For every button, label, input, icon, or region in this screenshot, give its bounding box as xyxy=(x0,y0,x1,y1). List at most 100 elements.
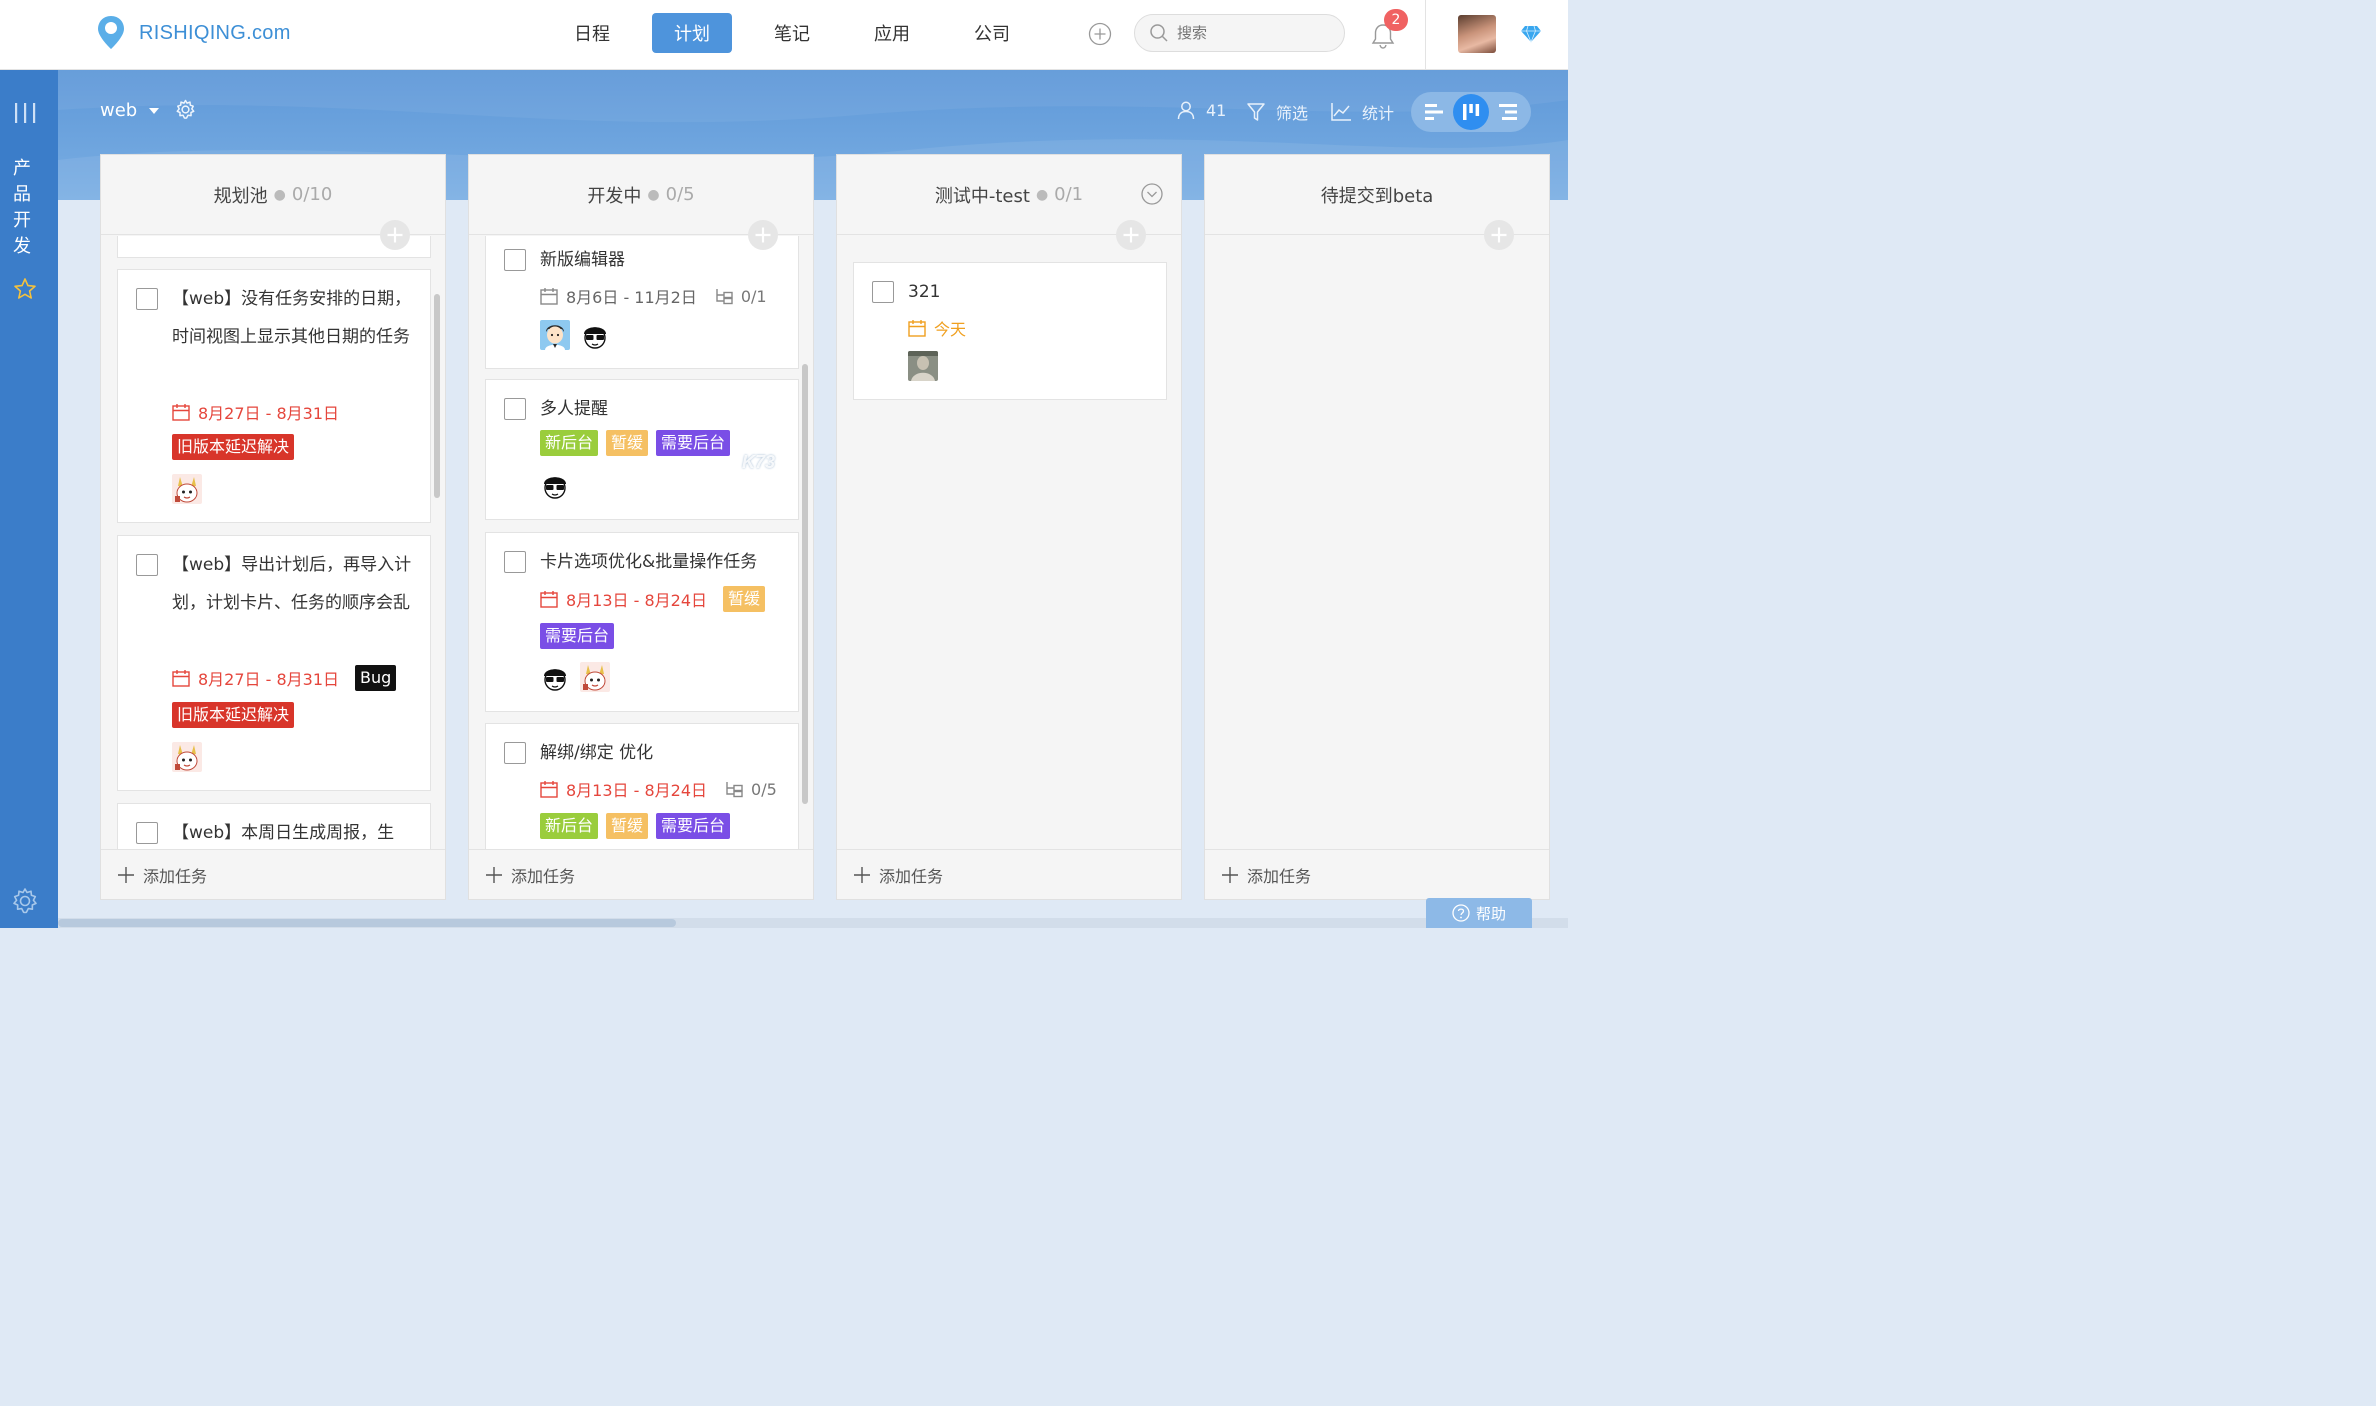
column-scrollbar[interactable] xyxy=(434,294,440,498)
horizontal-scrollbar[interactable] xyxy=(58,918,1568,928)
add-task-button[interactable]: 添加任务 xyxy=(1205,849,1549,899)
tag[interactable]: 暂缓 xyxy=(606,430,649,456)
column-count: 0/10 xyxy=(291,184,333,205)
task-checkbox[interactable] xyxy=(872,281,894,303)
avatar[interactable] xyxy=(172,474,202,504)
task-title: 【web】导出计划后，再导入计划，计划卡片、任务的顺序会乱 xyxy=(172,555,412,613)
task-card[interactable]: 【web】没有任务安排的日期，时间视图上显示其他日期的任务 8月27日 - 8月… xyxy=(117,269,431,523)
view-switcher xyxy=(1411,92,1531,132)
divider xyxy=(1425,0,1426,70)
add-task-button[interactable]: 添加任务 xyxy=(837,849,1181,899)
logo[interactable]: RISHIQING.com xyxy=(95,14,291,52)
board-name: web xyxy=(100,100,138,121)
search-input[interactable] xyxy=(1177,24,1327,42)
main-nav: 日程 计划 笔记 应用 公司 xyxy=(552,13,1052,53)
task-card[interactable]: 321 今天 xyxy=(853,262,1167,400)
task-checkbox[interactable] xyxy=(136,822,158,844)
task-assignees xyxy=(540,320,620,350)
user-avatar[interactable] xyxy=(1458,15,1496,53)
task-card[interactable]: 【web】导出计划后，再导入计划，计划卡片、任务的顺序会乱 8月27日 - 8月… xyxy=(117,535,431,791)
add-card-icon[interactable] xyxy=(747,219,779,251)
members-count: 41 xyxy=(1206,100,1227,120)
tag[interactable]: 需要后台 xyxy=(656,430,731,456)
avatar[interactable] xyxy=(172,742,202,772)
chevron-down-circle-icon[interactable] xyxy=(1141,183,1163,205)
members-button[interactable]: 41 xyxy=(1176,100,1226,120)
avatar[interactable] xyxy=(540,320,570,350)
board-view-button[interactable] xyxy=(1452,94,1489,130)
gantt-view-icon xyxy=(1499,104,1518,120)
column-scrollbar[interactable] xyxy=(802,364,808,804)
diamond-icon[interactable] xyxy=(1520,25,1542,43)
task-card[interactable]: 新版编辑器 8月6日 - 11月2日 0/1 xyxy=(485,236,799,369)
tag[interactable]: 暂缓 xyxy=(723,586,766,612)
task-checkbox[interactable] xyxy=(504,551,526,573)
column-title: 待提交到beta xyxy=(1320,185,1434,207)
stats-label: 统计 xyxy=(1362,104,1395,123)
task-title: 卡片选项优化&批量操作任务 xyxy=(540,552,758,572)
add-task-button[interactable]: 添加任务 xyxy=(469,849,813,899)
task-tags: 新后台 暂缓 需要后台 xyxy=(540,813,738,839)
nav-notes[interactable]: 笔记 xyxy=(752,13,832,53)
settings-gear-icon[interactable] xyxy=(11,887,39,915)
add-circle-icon[interactable] xyxy=(1088,22,1112,46)
filter-button[interactable]: 筛选 xyxy=(1246,100,1308,124)
tag[interactable]: 新后台 xyxy=(540,813,599,839)
task-card[interactable]: 【web】本周日生成周报，生 xyxy=(117,803,431,850)
add-card-icon[interactable] xyxy=(379,219,411,251)
tag[interactable]: 需要后台 xyxy=(656,813,731,839)
task-card[interactable]: 解绑/绑定 优化 8月13日 - 8月24日 0/5 新后台 暂缓 需要后台 xyxy=(485,723,799,850)
task-card[interactable]: 卡片选项优化&批量操作任务 8月13日 - 8月24日 暂缓 需要后台 xyxy=(485,532,799,712)
add-card-icon[interactable] xyxy=(1115,219,1147,251)
task-checkbox[interactable] xyxy=(504,249,526,271)
help-icon xyxy=(1452,904,1470,922)
nav-company[interactable]: 公司 xyxy=(952,13,1032,53)
task-assignees xyxy=(172,742,212,772)
task-checkbox[interactable] xyxy=(504,398,526,420)
task-checkbox[interactable] xyxy=(504,742,526,764)
task-checkbox[interactable] xyxy=(136,288,158,310)
star-icon[interactable] xyxy=(13,277,37,301)
nav-plan[interactable]: 计划 xyxy=(652,13,732,53)
task-title: 多人提醒 xyxy=(540,399,608,419)
board-settings-icon[interactable] xyxy=(175,99,196,120)
column-submit-beta: 待提交到beta 添加任务 xyxy=(1204,154,1550,900)
task-tags: 新后台 暂缓 需要后台 xyxy=(540,430,738,456)
tag[interactable]: 旧版本延迟解决 xyxy=(172,702,295,728)
avatar[interactable] xyxy=(540,662,570,692)
column-count: 0/5 xyxy=(665,184,695,205)
menu-columns-icon[interactable] xyxy=(13,102,37,124)
avatar[interactable] xyxy=(540,470,570,500)
avatar[interactable] xyxy=(580,320,610,350)
tag[interactable]: 新后台 xyxy=(540,430,599,456)
list-view-button[interactable] xyxy=(1416,94,1452,130)
column-count: 0/1 xyxy=(1054,184,1084,205)
scrollbar-thumb[interactable] xyxy=(58,919,676,927)
add-task-button[interactable]: 添加任务 xyxy=(101,849,445,899)
tag[interactable]: 旧版本延迟解决 xyxy=(172,434,295,460)
nav-schedule[interactable]: 日程 xyxy=(552,13,632,53)
avatar[interactable] xyxy=(908,351,938,381)
tag[interactable]: 需要后台 xyxy=(540,623,615,649)
plus-icon xyxy=(854,866,870,883)
help-button[interactable]: 帮助 xyxy=(1426,898,1532,928)
gantt-view-button[interactable] xyxy=(1490,94,1526,130)
column-title: 测试中-test xyxy=(934,185,1030,207)
column-in-development: 开发中 ● 0/5 新版编辑器 8月6日 - 11月2日 0/1 多人提醒 新后… xyxy=(468,154,814,900)
project-name[interactable]: 产 品 开 发 xyxy=(12,156,32,260)
task-checkbox[interactable] xyxy=(136,554,158,576)
task-tags: 需要后台 xyxy=(540,623,622,649)
avatar[interactable] xyxy=(580,662,610,692)
column-body: 新版编辑器 8月6日 - 11月2日 0/1 多人提醒 新后台 暂缓 需要后台 xyxy=(469,236,813,850)
stats-button[interactable]: 统计 xyxy=(1330,100,1394,124)
calendar-icon xyxy=(540,590,558,608)
board-selector[interactable]: web xyxy=(100,100,160,121)
plus-icon xyxy=(1222,866,1238,883)
nav-apps[interactable]: 应用 xyxy=(852,13,932,53)
user-icon xyxy=(1177,101,1195,120)
task-card[interactable]: 多人提醒 新后台 暂缓 需要后台 xyxy=(485,379,799,520)
tag[interactable]: 暂缓 xyxy=(606,813,649,839)
add-card-icon[interactable] xyxy=(1483,219,1515,251)
tag-bug[interactable]: Bug xyxy=(355,665,397,691)
watermark: K73 xyxy=(742,452,776,472)
